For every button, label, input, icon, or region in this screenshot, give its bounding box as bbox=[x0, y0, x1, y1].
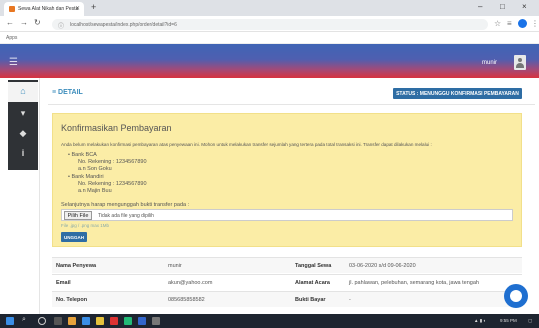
value-alamat: jl. pahlawan, pelebuhan, semarang kota, … bbox=[349, 280, 479, 286]
cortana-icon[interactable] bbox=[38, 317, 46, 325]
minimize-button[interactable]: – bbox=[478, 2, 482, 11]
tray-icons[interactable]: ▲ ▮ ◐ bbox=[474, 318, 486, 324]
maximize-button[interactable]: □ bbox=[500, 2, 505, 11]
confirm-heading: Konfirmasikan Pembayaran bbox=[61, 123, 172, 133]
browser-toolbar: ← → ↻ ⓘ localhost/sewapesta/index.php/or… bbox=[0, 16, 539, 32]
cart-icon[interactable]: ▾ bbox=[8, 104, 38, 124]
app-icon[interactable] bbox=[138, 317, 146, 325]
confirm-intro: Anda belum melakukan konfirmasi pembayar… bbox=[61, 142, 432, 147]
reload-icon[interactable]: ↻ bbox=[34, 18, 41, 27]
status-button[interactable]: STATUS : MENUNGGU KONFIRMASI PEMBAYARAN bbox=[393, 88, 522, 99]
browser-tab[interactable]: Sewa Alat Nikah dan Pesta ✕ bbox=[4, 2, 84, 16]
bank-bca: Bank BCA No. Rekening : 1234567890 a.n S… bbox=[71, 152, 147, 173]
new-tab-button[interactable]: + bbox=[91, 2, 96, 12]
apps-bookmark[interactable]: Apps bbox=[6, 35, 17, 41]
bank-account: No. Rekening : 1234567890 bbox=[78, 181, 147, 187]
browser-tab-bar: Sewa Alat Nikah dan Pesta ✕ + – □ × bbox=[0, 0, 539, 16]
edge-icon[interactable] bbox=[82, 317, 90, 325]
table-row: Email akun@yahoo.com Alamat Acara jl. pa… bbox=[52, 274, 522, 290]
bank-name: Bank Mandiri bbox=[71, 174, 147, 181]
site-info-icon[interactable]: ⓘ bbox=[58, 21, 64, 30]
info-icon[interactable]: i bbox=[8, 144, 38, 164]
tag-icon[interactable]: ◆ bbox=[8, 124, 38, 144]
bookmarks-bar: Apps bbox=[0, 32, 539, 44]
app-header: ☰ munir bbox=[0, 44, 539, 78]
page-title: ≡ DETAIL bbox=[52, 89, 83, 96]
app-icon[interactable] bbox=[152, 317, 160, 325]
file-input[interactable]: Pilih File Tidak ada file yang dipilih bbox=[61, 209, 513, 221]
bookmark-star-icon[interactable]: ☆ bbox=[494, 19, 501, 28]
upload-label: Selanjutnya harap mengunggah bukti trans… bbox=[61, 202, 190, 208]
label-bukti: Bukti Bayar bbox=[295, 297, 326, 303]
order-info-table: Nama Penyewa munir Tanggal Sewa 03-06-20… bbox=[52, 257, 522, 309]
task-view-icon[interactable] bbox=[54, 317, 62, 325]
chrome-menu-icon[interactable]: ⋮ bbox=[531, 19, 539, 28]
explorer-icon[interactable] bbox=[96, 317, 104, 325]
browser-taskbar-icon[interactable] bbox=[68, 317, 76, 325]
bank-name: Bank BCA bbox=[71, 152, 147, 159]
app-icon[interactable] bbox=[124, 317, 132, 325]
label-email: Email bbox=[56, 280, 71, 286]
close-window-button[interactable]: × bbox=[522, 2, 527, 11]
windows-start-icon[interactable] bbox=[6, 317, 14, 325]
label-alamat: Alamat Acara bbox=[295, 280, 330, 286]
taskbar: ⌕ ▲ ▮ ◐ 9:55 PM ▢ bbox=[0, 314, 539, 328]
profile-icon[interactable] bbox=[518, 19, 527, 28]
search-icon[interactable]: ⌕ bbox=[22, 316, 26, 324]
tab-title: Sewa Alat Nikah dan Pesta bbox=[18, 6, 79, 12]
table-row: No. Telepon 085685858582 Bukti Bayar - bbox=[52, 291, 522, 307]
upload-button[interactable]: UNGGAH bbox=[61, 232, 87, 242]
bank-holder: a.n Son Goku bbox=[78, 166, 112, 172]
bank-account: No. Rekening : 1234567890 bbox=[78, 159, 147, 165]
close-tab-icon[interactable]: ✕ bbox=[75, 5, 80, 12]
value-nama: munir bbox=[168, 263, 182, 269]
label-nama: Nama Penyewa bbox=[56, 263, 97, 269]
choose-file-button[interactable]: Pilih File bbox=[64, 211, 92, 220]
hamburger-icon[interactable]: ☰ bbox=[9, 57, 18, 68]
chat-button[interactable] bbox=[504, 284, 528, 308]
value-email: akun@yahoo.com bbox=[168, 280, 213, 286]
label-tanggal: Tanggal Sewa bbox=[295, 263, 332, 269]
username[interactable]: munir bbox=[482, 60, 497, 66]
label-telepon: No. Telepon bbox=[56, 297, 88, 303]
divider bbox=[48, 104, 535, 105]
file-hint: File .jpg / .png max 1Mb bbox=[61, 223, 110, 228]
clock[interactable]: 9:55 PM bbox=[500, 318, 517, 323]
payment-confirmation-box: Konfirmasikan Pembayaran Anda belum mela… bbox=[52, 113, 522, 247]
user-avatar[interactable] bbox=[514, 55, 526, 70]
table-row: Nama Penyewa munir Tanggal Sewa 03-06-20… bbox=[52, 257, 522, 273]
home-icon[interactable]: ⌂ bbox=[8, 82, 38, 102]
forward-icon[interactable]: → bbox=[20, 18, 28, 27]
address-bar[interactable]: ⓘ localhost/sewapesta/index.php/order/de… bbox=[52, 19, 488, 30]
url-text: localhost/sewapesta/index.php/order/deta… bbox=[70, 22, 177, 28]
value-telepon: 085685858582 bbox=[168, 297, 205, 303]
app-icon[interactable] bbox=[110, 317, 118, 325]
bank-holder: a.n Majin Buu bbox=[78, 188, 112, 194]
value-tanggal: 03-06-2020 s/d 09-06-2020 bbox=[349, 263, 416, 269]
value-bukti: - bbox=[349, 297, 351, 303]
back-icon[interactable]: ← bbox=[6, 18, 14, 27]
notification-icon[interactable]: ▢ bbox=[528, 318, 532, 324]
favicon-icon bbox=[9, 6, 15, 12]
file-status: Tidak ada file yang dipilih bbox=[98, 213, 154, 219]
bank-mandiri: Bank Mandiri No. Rekening : 1234567890 a… bbox=[71, 174, 147, 195]
menu-dots-icon[interactable]: ≡ bbox=[507, 19, 512, 28]
